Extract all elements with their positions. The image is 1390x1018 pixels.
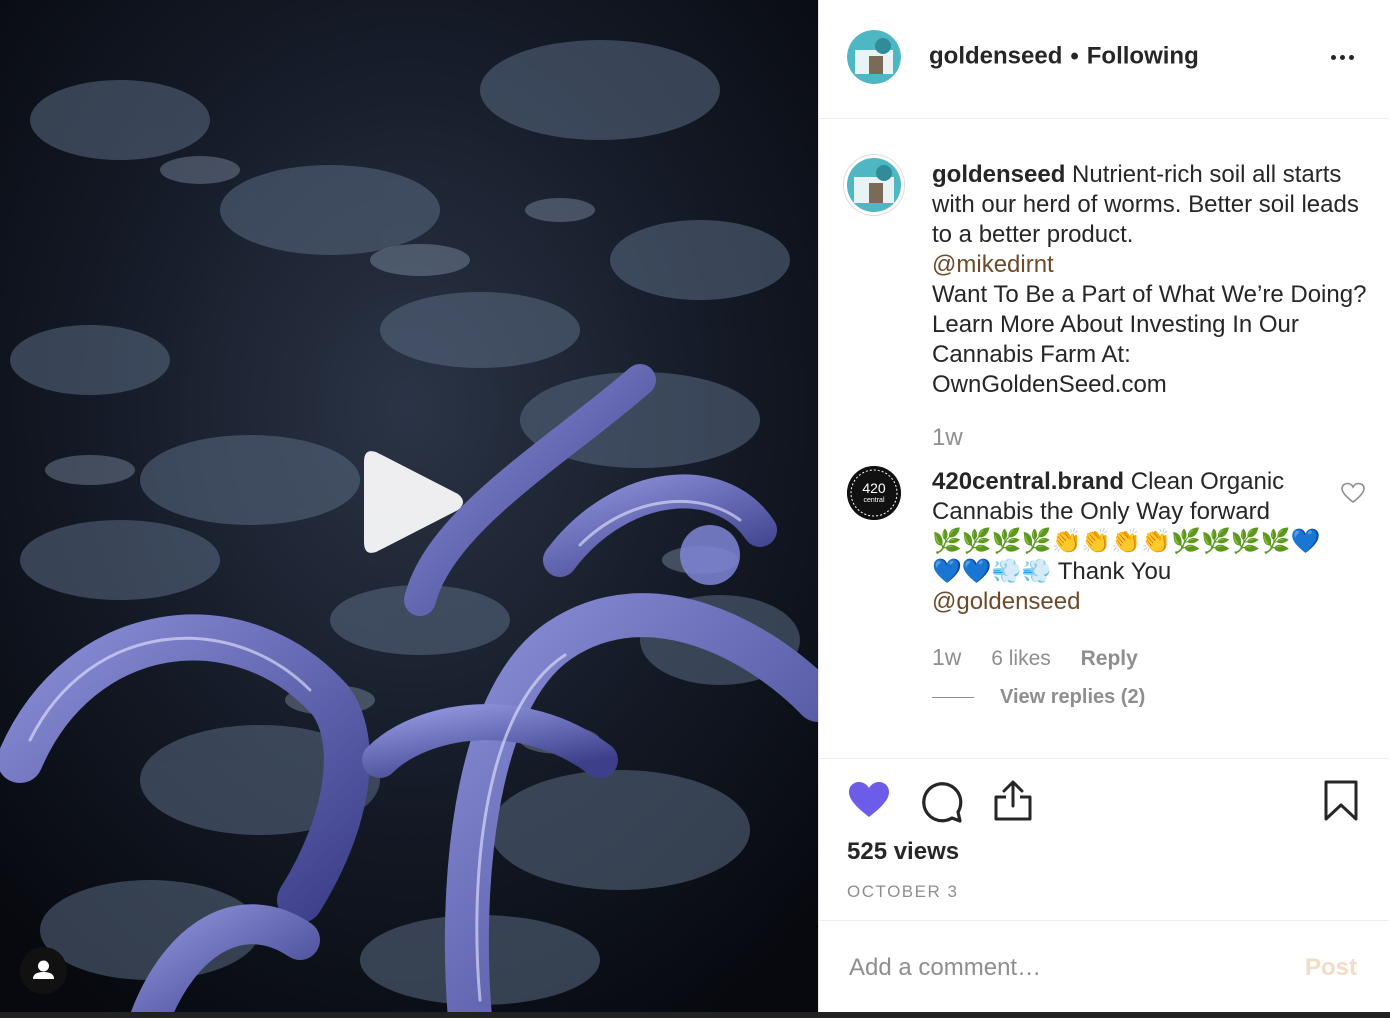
post-header: goldenseed • Following — [819, 0, 1389, 119]
heart-outline-icon[interactable] — [1341, 482, 1365, 504]
comment-icon[interactable] — [919, 780, 963, 824]
add-comment-input[interactable] — [849, 946, 1269, 990]
caption-avatar[interactable] — [843, 154, 905, 216]
post-button[interactable]: Post — [1305, 954, 1357, 982]
replies-divider — [932, 697, 974, 699]
author-avatar[interactable] — [847, 30, 901, 84]
more-options-icon[interactable] — [1329, 44, 1359, 72]
post-details-panel: goldenseed • Following goldenseed Nutrient… — [818, 0, 1389, 1018]
composer-divider — [819, 920, 1389, 921]
header-separator: • — [1070, 42, 1079, 70]
caption-mention[interactable]: @mikedirnt — [932, 251, 1054, 278]
window-bottom-edge — [0, 1012, 1390, 1018]
view-replies-label: View replies (2) — [1000, 686, 1146, 708]
view-count[interactable]: 525 views — [847, 838, 959, 866]
view-replies-button[interactable]: View replies (2) — [932, 686, 1145, 709]
section-divider — [819, 758, 1389, 759]
post-date[interactable]: OCTOBER 3 — [847, 882, 958, 902]
comment: 420central.brand Clean Organic Cannabis … — [932, 467, 1332, 617]
reply-button[interactable]: Reply — [1081, 647, 1138, 670]
avatar-text-top: 420 — [862, 480, 886, 496]
comment-likes[interactable]: 6 likes — [991, 647, 1051, 670]
action-bar — [819, 772, 1389, 832]
commenter-avatar[interactable]: 420 central — [847, 466, 901, 520]
caption-timestamp[interactable]: 1w — [932, 424, 963, 452]
caption-text-2: Want To Be a Part of What We’re Doing? L… — [932, 281, 1367, 398]
user-icon — [33, 960, 54, 979]
play-icon[interactable] — [358, 444, 470, 560]
comment-username[interactable]: 420central.brand — [932, 468, 1124, 495]
heart-icon[interactable] — [847, 780, 891, 820]
caption-username[interactable]: goldenseed — [932, 161, 1065, 188]
following-button[interactable]: Following — [1087, 43, 1199, 70]
post-video[interactable] — [0, 0, 818, 1018]
bookmark-icon[interactable] — [1323, 780, 1359, 822]
share-icon[interactable] — [993, 780, 1033, 822]
comment-meta: 1w 6 likes Reply — [932, 644, 1162, 671]
avatar-text-bottom: central — [863, 497, 884, 504]
comment-timestamp[interactable]: 1w — [932, 644, 961, 670]
header-title: goldenseed • Following — [929, 42, 1199, 71]
user-tag-button[interactable] — [20, 947, 67, 994]
author-username[interactable]: goldenseed — [929, 43, 1062, 70]
post-caption: goldenseed Nutrient-rich soil all starts… — [932, 160, 1372, 400]
comment-text-after: Thank You — [1057, 558, 1172, 585]
comment-mention[interactable]: @goldenseed — [932, 588, 1080, 615]
